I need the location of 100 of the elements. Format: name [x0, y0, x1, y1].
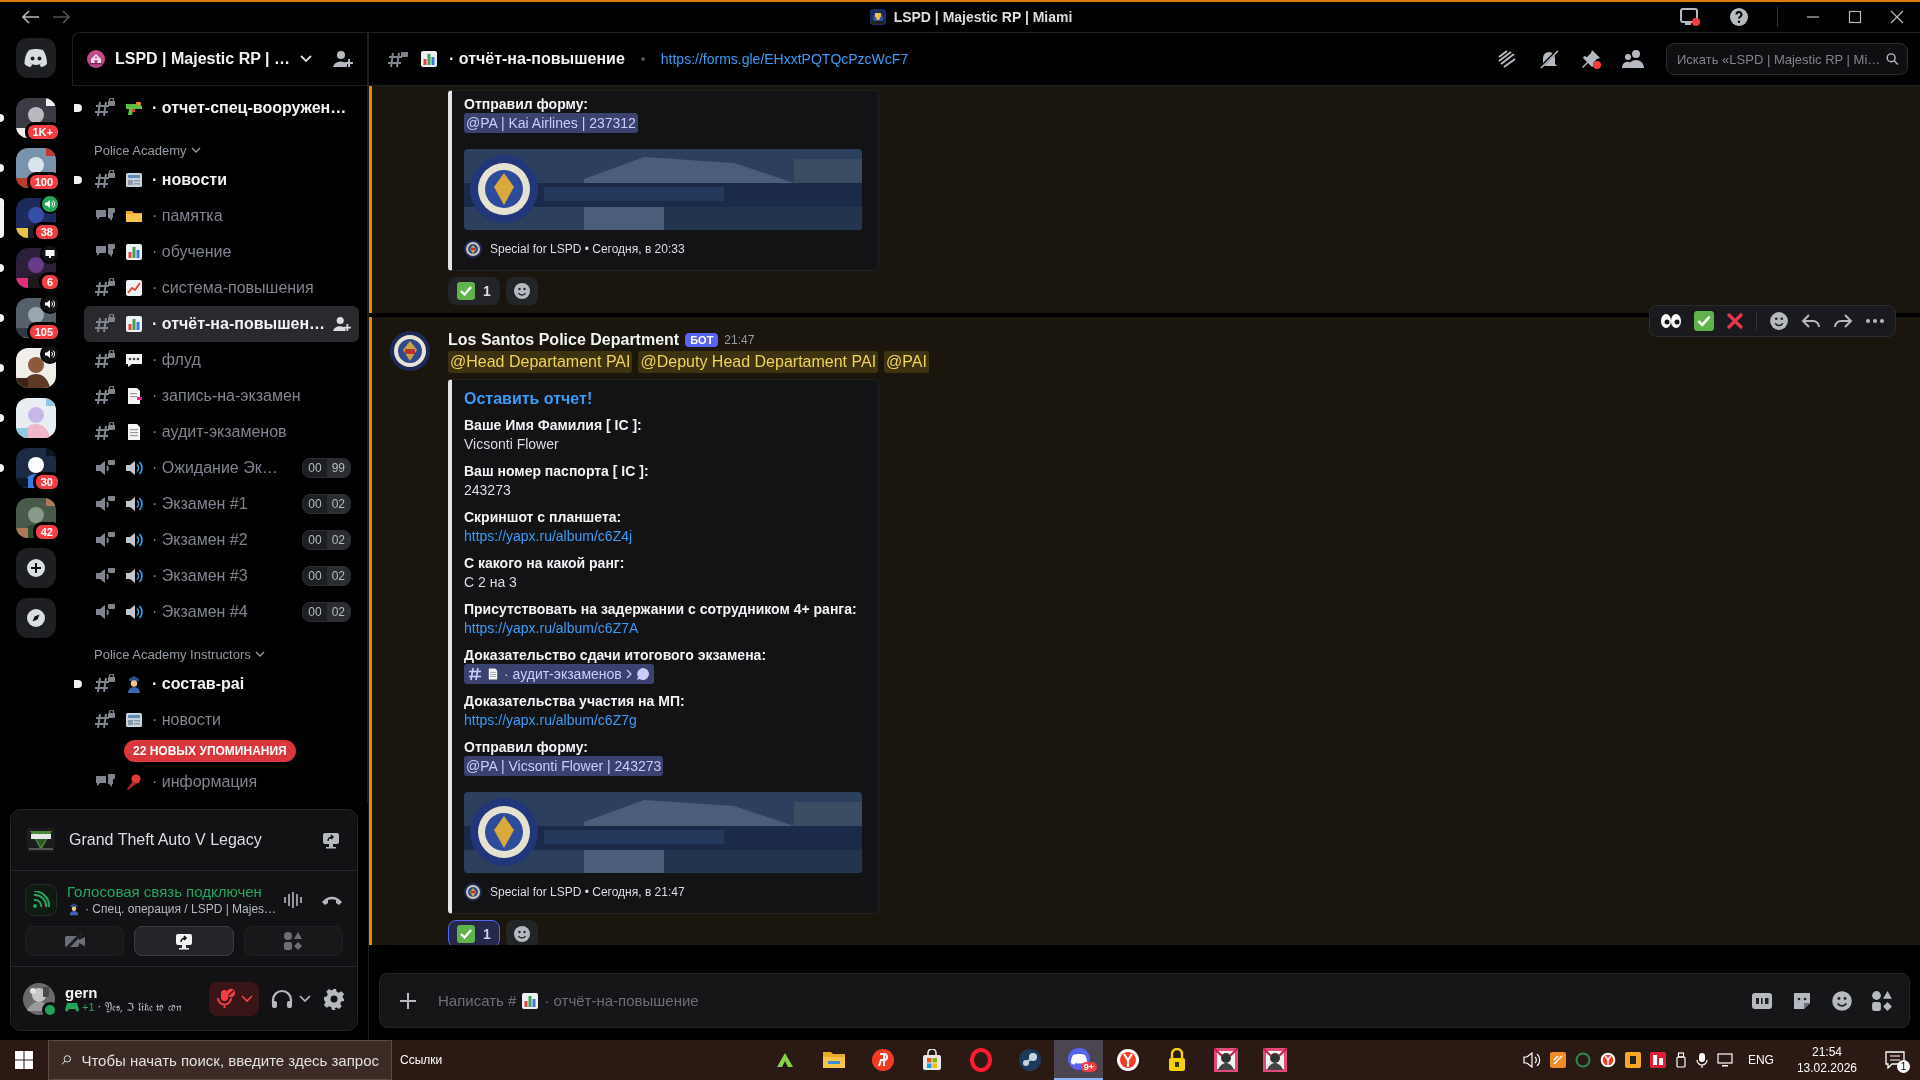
field-label: Скриншот с планшета: [464, 508, 622, 526]
timestamp: 21:47 [724, 333, 755, 347]
channel-name: · Ожидание Эк… [152, 459, 279, 477]
new-mentions-pill[interactable]: 22 НОВЫХ УПОМИНАНИЯ [124, 740, 296, 762]
notification-badge: 9+ [1080, 1062, 1097, 1072]
channel-mention[interactable]: · аудит-экзаменов [464, 664, 654, 684]
user-limit: 02 [326, 603, 350, 621]
embed-footer: Special for LSPD • Сегодня, в 21:47 [490, 885, 685, 899]
search-field[interactable]: Искать «LSPD | Majestic RP | Mi… [1666, 43, 1908, 75]
embed-title[interactable]: Оставить отчет! [464, 390, 864, 408]
field-value: Vicsonti Flower [464, 435, 559, 454]
custom-status: · 𝔜𝔢𝔰, ℑ 𝔩𝔦𝔨𝔢 𝔱𝔬 𝔠𝔬𝔫 [97, 1000, 182, 1014]
server-icon[interactable]: 38 [16, 198, 56, 238]
unread-count-badge: 105 [26, 322, 61, 342]
user-count: 00 [307, 532, 323, 549]
server-icon[interactable]: 100 [16, 148, 56, 188]
channel-item[interactable]: · состав-pai [84, 666, 359, 702]
user-mention[interactable]: @PA | Kai Airlines | 237312 [464, 113, 638, 133]
server-name[interactable]: LSPD | Majestic RP | … [115, 50, 290, 68]
channel-name: · Экзамен #3 [152, 567, 249, 585]
role-mention[interactable]: @Head Departament PAI [448, 351, 633, 373]
field-label: Присутствовать на задержании с сотрудником 4+ ранга: [464, 600, 857, 618]
category-header[interactable]: Police Academy [84, 126, 359, 162]
channel-name: · Экзамен #2 [152, 531, 249, 549]
role-mention[interactable]: @Deputy Head Departament PAI [638, 351, 879, 373]
channel-item[interactable]: · аудит-экзаменов [84, 414, 359, 450]
channel-item[interactable]: · запись-на-экзамен [84, 378, 359, 414]
channel-name: · состав-pai [152, 675, 246, 693]
channel-title: · отчёт-на-повышение [449, 50, 625, 68]
channel-name: · новости [152, 711, 222, 729]
channel-item[interactable]: · Экзамен #1 00 02 [84, 486, 359, 522]
user-mention[interactable]: @PA | Vicsonti Flower | 243273 [464, 756, 664, 776]
server-icon[interactable]: 30 [16, 448, 56, 488]
notification-count: 1 [1897, 1060, 1910, 1073]
toolbar-label[interactable]: Ссылки [400, 1053, 760, 1067]
taskbar-search-field[interactable]: Чтобы начать поиск, введите здесь запрос [48, 1040, 392, 1080]
channel-name: · обучение [152, 243, 233, 261]
user-limit: 02 [326, 495, 350, 513]
channel-name: · система-повышения [152, 279, 315, 297]
field-label: Доказательства участия на МП: [464, 692, 685, 710]
unread-count-badge: 1K+ [24, 122, 61, 142]
role-mention[interactable]: @PAI [884, 351, 929, 373]
field-label: Отправил форму: [464, 738, 588, 756]
field-label: Ваше Имя Фамилия [ IC ]: [464, 416, 642, 434]
activity-count: +1 [82, 1001, 95, 1013]
topic-link[interactable]: https://forms.gle/EHxxtPQTQcPzcWcF7 [660, 51, 909, 67]
user-count: 00 [307, 604, 323, 621]
category-header[interactable]: Police Academy Instructors [84, 630, 359, 666]
unread-count-badge: 6 [38, 272, 61, 292]
channel-name: · отчёт-на-повышен… [152, 315, 325, 333]
channel-name: · флуд [152, 351, 202, 369]
link[interactable]: https://yapx.ru/album/c6Z7g [464, 710, 637, 730]
user-count: 00 [307, 568, 323, 585]
channel-item[interactable]: · система-повышения [84, 270, 359, 306]
reaction-button[interactable]: 1 [448, 277, 500, 305]
channel-item[interactable]: · памятка [84, 198, 359, 234]
bot-tag: БОТ [685, 333, 719, 347]
channel-item[interactable]: · Экзамен #3 00 02 [84, 558, 359, 594]
voice-channel-link[interactable]: · Спец. операция / LSPD | Majes… [85, 902, 277, 916]
channel-item[interactable]: · информация [84, 764, 359, 800]
unread-count-badge: 30 [32, 472, 61, 492]
channel-name: · отчет-спец-вооружен… [152, 99, 348, 117]
notifications-button[interactable]: 1 [1880, 1045, 1910, 1075]
server-icon[interactable]: 105 [16, 298, 56, 338]
field-label: Отправил форму: [464, 95, 588, 113]
server-icon[interactable]: 6 [16, 248, 56, 288]
channel-item[interactable]: · Экзамен #4 00 02 [84, 594, 359, 630]
channel-name: · новости [152, 171, 228, 189]
server-icon[interactable]: 1K+ [16, 98, 56, 138]
field-label: Ваш номер паспорта [ IC ]: [464, 462, 649, 480]
username: gern [65, 983, 99, 1001]
taskbar-app[interactable]: 9+ [1054, 1040, 1103, 1080]
server-icon[interactable]: 42 [16, 498, 56, 538]
channel-item[interactable]: · новости [84, 162, 359, 198]
user-count: 00 [307, 496, 323, 513]
channel-name: · Экзамен #1 [152, 495, 249, 513]
author-name[interactable]: Los Santos Police Department [448, 331, 680, 349]
language-indicator[interactable]: ENG [1747, 1053, 1774, 1067]
clock-time[interactable]: 21:54 [1811, 1044, 1842, 1060]
channel-item[interactable]: · отчёт-на-повышен… [84, 306, 359, 342]
field-value: 243273 [464, 481, 511, 500]
embed-footer: Special for LSPD • Сегодня, в 20:33 [490, 242, 685, 256]
field-value: С 2 на 3 [464, 573, 517, 592]
channel-item[interactable]: · Ожидание Эк… 00 99 [84, 450, 359, 486]
channel-name: · Экзамен #4 [152, 603, 249, 621]
user-limit: 99 [326, 459, 350, 477]
channel-item[interactable]: · Экзамен #2 00 02 [84, 522, 359, 558]
link[interactable]: https://yapx.ru/album/c6Z7A [464, 618, 639, 638]
channel-name: · аудит-экзаменов [152, 423, 288, 441]
clock-date[interactable]: 13.02.2026 [1796, 1060, 1857, 1076]
field-label: С какого на какой ранг: [464, 554, 625, 572]
channel-item[interactable]: · флуд [84, 342, 359, 378]
reaction-button[interactable]: 1 [448, 920, 500, 945]
channel-item[interactable]: · отчет-спец-вооружен… [84, 90, 359, 126]
channel-item[interactable]: · обучение [84, 234, 359, 270]
channel-item[interactable]: · новости [84, 702, 359, 738]
user-limit: 02 [326, 531, 350, 549]
link[interactable]: https://yapx.ru/album/c6Z4j [464, 526, 633, 546]
channel-name: · памятка [152, 207, 224, 225]
unread-count-badge: 38 [32, 222, 61, 242]
